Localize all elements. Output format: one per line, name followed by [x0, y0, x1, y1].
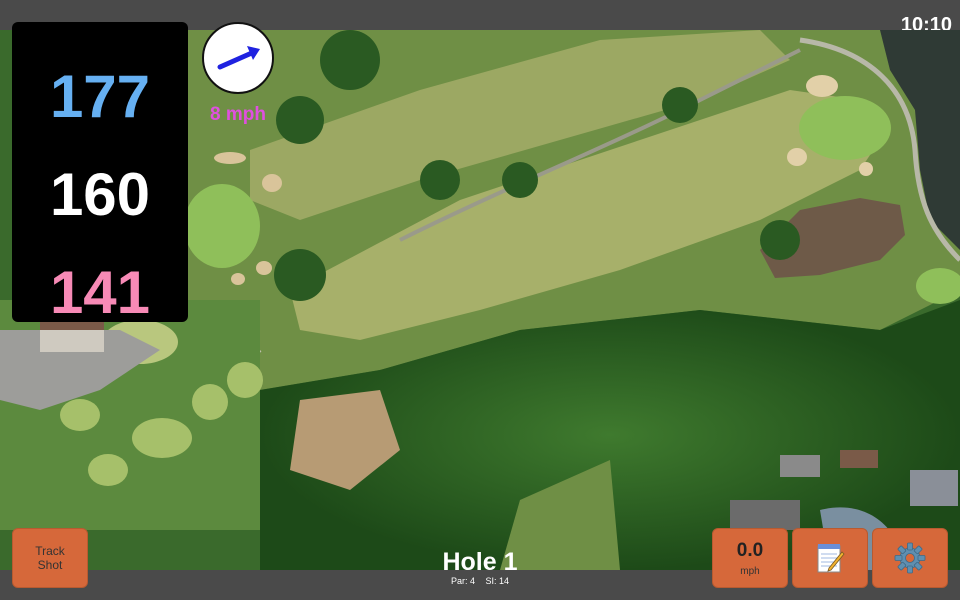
gear-icon: [894, 542, 926, 574]
wind-direction-dial: [202, 22, 274, 94]
notepad-icon: [817, 544, 845, 573]
hole-title: Hole 1: [442, 548, 518, 576]
hole-info: Par: 4 SI: 14: [380, 576, 580, 586]
front-distance: 141: [49, 259, 151, 326]
distance-panel: 177 160 141: [12, 22, 188, 326]
wind-speed: 8 mph: [210, 104, 266, 125]
settings-button[interactable]: [872, 528, 948, 588]
golf-gps-screen: 10:10 177 160 141 8 mph Track Shot Hole …: [0, 0, 960, 600]
hole-stroke-index: SI: 14: [485, 576, 510, 586]
track-shot-button[interactable]: Track Shot: [12, 528, 88, 588]
speed-unit: mph: [740, 565, 760, 577]
track-shot-label-line1: Track: [35, 544, 65, 558]
hole-par: Par: 4: [450, 576, 475, 586]
notes-button[interactable]: [792, 528, 868, 588]
speed-value: 0.0: [736, 539, 764, 561]
speed-button[interactable]: 0.0 mph: [712, 528, 788, 588]
wind-arrow-icon: [217, 46, 260, 70]
track-shot-label-line2: Shot: [37, 558, 63, 572]
middle-distance: 160: [49, 161, 151, 228]
back-distance: 177: [49, 63, 151, 130]
